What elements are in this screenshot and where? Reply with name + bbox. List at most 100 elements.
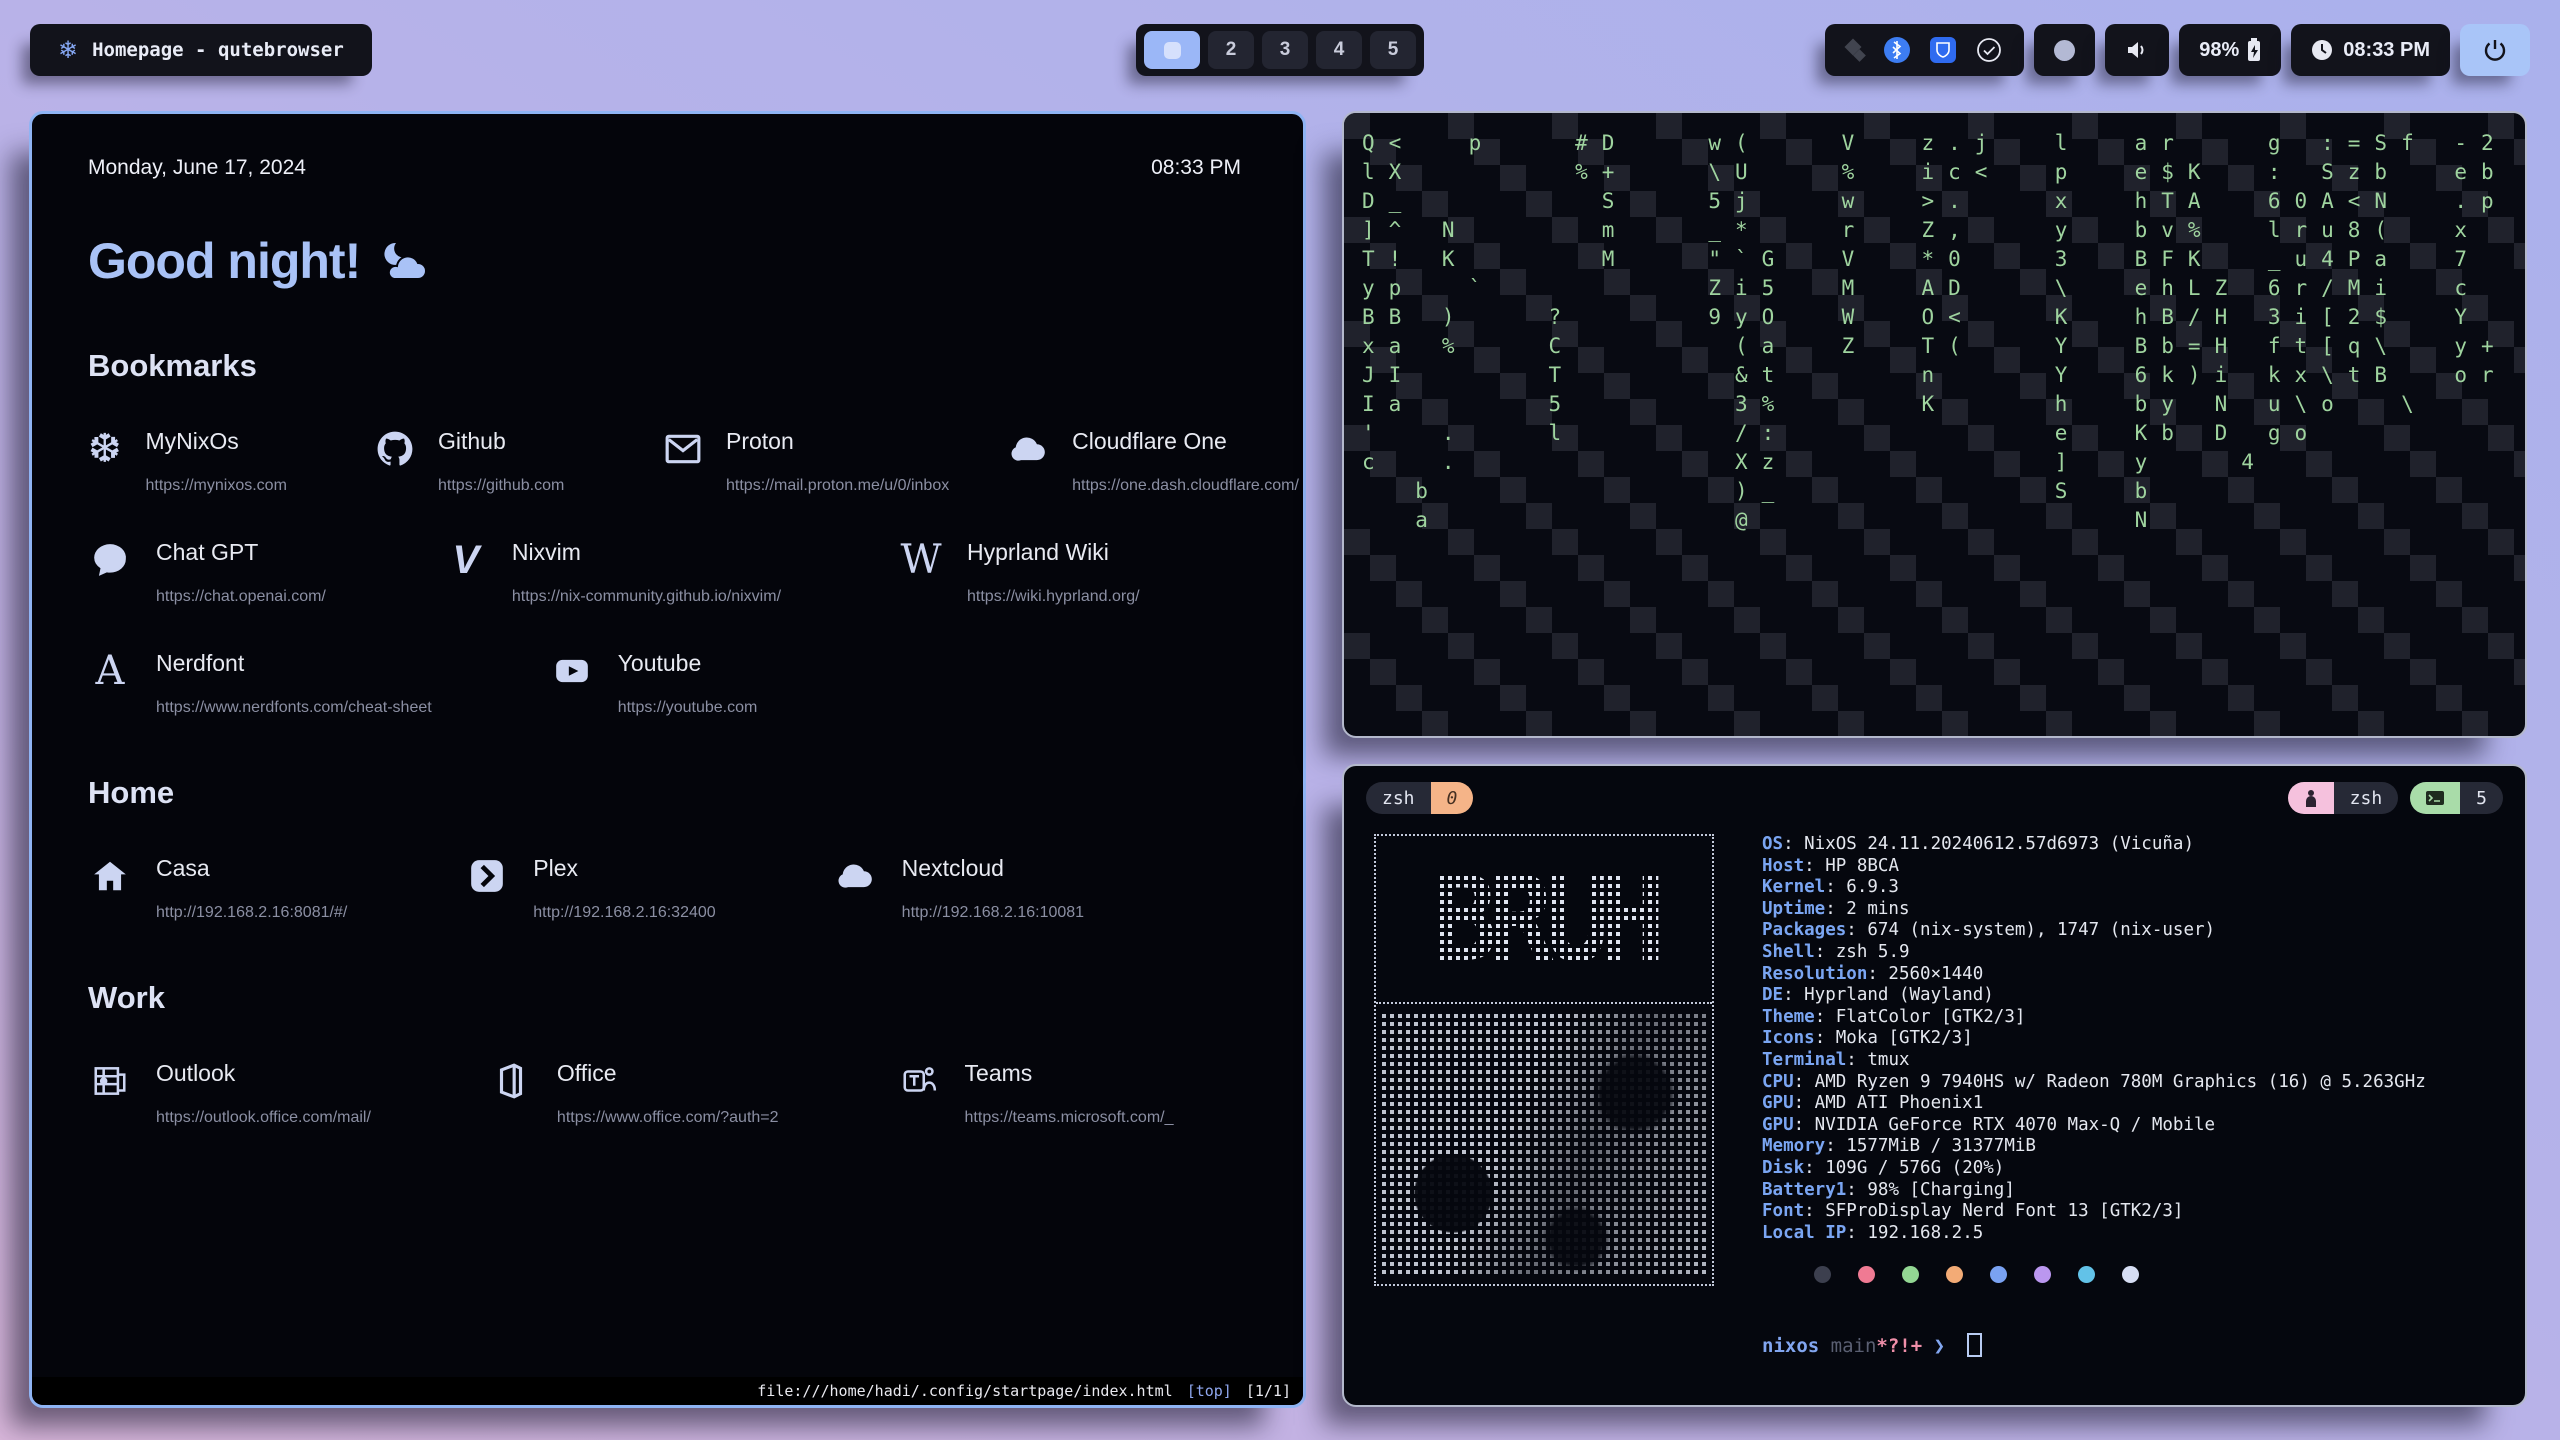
- bookmark-url: https://wiki.hyprland.org/: [967, 588, 1140, 606]
- window-title: Homepage - qutebrowser: [92, 39, 344, 61]
- fetch-terminal-window: zsh 0 zsh 5 BRUH OS:: [1342, 764, 2527, 1407]
- clock-widget[interactable]: 08:33 PM: [2291, 24, 2450, 76]
- bookmark-nixvim[interactable]: VNixvimhttps://nix-community.github.io/n…: [444, 539, 781, 606]
- bruh-word: BRUH: [1432, 850, 1657, 988]
- bookmark-teams[interactable]: Teams https://teams.microsoft.com/_: [897, 1060, 1174, 1127]
- volume-control[interactable]: [2105, 24, 2169, 76]
- palette-dot: [1946, 1266, 1963, 1283]
- bookmark-url: http://192.168.2.16:8081/#/: [156, 904, 347, 922]
- prompt-host: nixos: [1762, 1335, 1819, 1357]
- tmux-statusbar: zsh 0 zsh 5: [1344, 766, 2525, 814]
- vim-icon: V: [444, 539, 488, 606]
- section-bookmarks: Bookmarks❆MyNixOshttps://mynixos.comGith…: [88, 348, 1241, 717]
- bookmark-hyprland-wiki[interactable]: WHyprland Wikihttps://wiki.hyprland.org/: [899, 539, 1140, 606]
- bookmark-chat-gpt[interactable]: Chat GPThttps://chat.openai.com/: [88, 539, 326, 606]
- bookmark-url: https://teams.microsoft.com/_: [965, 1109, 1174, 1127]
- bookmark-cloudflare-one[interactable]: Cloudflare Onehttps://one.dash.cloudflar…: [1010, 428, 1241, 495]
- idle-indicator[interactable]: [2034, 24, 2095, 76]
- prompt-git-branch: main: [1831, 1335, 1877, 1357]
- fetch-line-theme: Theme: FlatColor [GTK2/3]: [1762, 1007, 2426, 1029]
- matrix-rain-text: Q< p #D w( V z.j l ar g :=Sf -2 lX %+ \U…: [1362, 129, 2508, 564]
- bookmark-mynixos[interactable]: ❆MyNixOshttps://mynixos.com: [88, 428, 258, 495]
- bookmark-office[interactable]: Officehttps://www.office.com/?auth=2: [489, 1060, 779, 1127]
- battery-charging-icon: [2247, 38, 2261, 62]
- clock-icon: [2311, 39, 2333, 61]
- top-bar: ❄ Homepage - qutebrowser 2345: [0, 24, 2560, 76]
- palette-dot: [2122, 1266, 2139, 1283]
- check-circle-icon[interactable]: [1976, 37, 2002, 63]
- bluetooth-icon[interactable]: [1884, 37, 1910, 63]
- bookmark-url: https://www.nerdfonts.com/cheat-sheet: [156, 699, 432, 717]
- fetch-line-packages: Packages: 674 (nix-system), 1747 (nix-us…: [1762, 920, 2426, 942]
- fetch-line-gpu: GPU: NVIDIA GeForce RTX 4070 Max-Q / Mob…: [1762, 1115, 2426, 1137]
- bookmark-url: https://mynixos.com: [146, 477, 287, 495]
- bitwarden-shield-icon[interactable]: [1930, 37, 1956, 63]
- prompt-git-flags: *?!+: [1876, 1335, 1922, 1357]
- tmux-session-pill[interactable]: zsh 0: [1366, 782, 1473, 814]
- shell-prompt[interactable]: nixos main*?!+ ❯: [1762, 1333, 2426, 1358]
- home-icon: [88, 855, 132, 922]
- power-button[interactable]: [2460, 24, 2530, 76]
- letter-a-icon: A: [88, 650, 132, 717]
- palette-dot: [2034, 1266, 2051, 1283]
- bookmark-title: Teams: [965, 1060, 1174, 1087]
- bookmark-github[interactable]: Githubhttps://github.com: [376, 428, 546, 495]
- bookmark-url: http://192.168.2.16:10081: [902, 904, 1084, 922]
- fetch-line-host: Host: HP 8BCA: [1762, 856, 2426, 878]
- palette-dot: [1858, 1266, 1875, 1283]
- bookmark-casa[interactable]: Casa http://192.168.2.16:8081/#/: [88, 855, 347, 922]
- workspace-button-3[interactable]: 3: [1262, 31, 1308, 69]
- cloud-icon: [1010, 428, 1048, 495]
- github-icon: [376, 428, 414, 495]
- prompt-arrow: ❯: [1934, 1335, 1945, 1357]
- chat-bubble-icon: [88, 539, 132, 606]
- bookmark-title: Office: [557, 1060, 779, 1087]
- bookmark-youtube[interactable]: Youtubehttps://youtube.com: [550, 650, 758, 717]
- user-icon: [2288, 782, 2334, 814]
- qutebrowser-statusbar: file:///home/hadi/.config/startpage/inde…: [32, 1377, 1303, 1405]
- bookmark-title: Cloudflare One: [1072, 428, 1299, 455]
- terminal-color-palette: [1814, 1266, 2426, 1283]
- bookmark-plex[interactable]: Plexhttp://192.168.2.16:32400: [465, 855, 715, 922]
- bruh-ascii-art: BRUH: [1374, 834, 1714, 1286]
- fetch-line-disk: Disk: 109G / 576G (20%): [1762, 1158, 2426, 1180]
- workspace-button-5[interactable]: 5: [1370, 31, 1416, 69]
- startpage: Monday, June 17, 2024 08:33 PM Good nigh…: [32, 114, 1303, 1377]
- battery-widget[interactable]: 98%: [2179, 24, 2281, 76]
- bookmark-url: http://192.168.2.16:32400: [533, 904, 715, 922]
- fetch-line-de: DE: Hyprland (Wayland): [1762, 985, 2426, 1007]
- bookmark-nextcloud[interactable]: Nextcloud http://192.168.2.16:10081: [834, 855, 1084, 922]
- cloud-icon: [834, 855, 878, 922]
- fetch-line-font: Font: SFProDisplay Nerd Font 13 [GTK2/3]: [1762, 1201, 2426, 1223]
- teams-icon: [897, 1060, 941, 1127]
- tmux-shell-pill: zsh: [2288, 782, 2399, 814]
- bookmark-url: https://github.com: [438, 477, 564, 495]
- network-icon[interactable]: [1847, 41, 1864, 60]
- fetch-line-battery1: Battery1: 98% [Charging]: [1762, 1180, 2426, 1202]
- bookmark-title: Nextcloud: [902, 855, 1084, 882]
- fetch-line-shell: Shell: zsh 5.9: [1762, 942, 2426, 964]
- system-tray: [1825, 24, 2024, 76]
- workspace-button-1[interactable]: [1144, 31, 1200, 69]
- office-icon: [489, 1060, 533, 1127]
- mail-icon: [664, 428, 702, 495]
- workspace-button-2[interactable]: 2: [1208, 31, 1254, 69]
- section-title: Work: [88, 980, 1241, 1016]
- bookmark-nerdfont[interactable]: A Nerdfont https://www.nerdfonts.com/cheat…: [88, 650, 432, 717]
- bookmark-title: Casa: [156, 855, 347, 882]
- bookmark-proton[interactable]: Protonhttps://mail.proton.me/u/0/inbox: [664, 428, 892, 495]
- wikipedia-icon: W: [899, 539, 943, 606]
- workspace-button-4[interactable]: 4: [1316, 31, 1362, 69]
- bookmark-url: https://chat.openai.com/: [156, 588, 326, 606]
- bookmark-title: Proton: [726, 428, 949, 455]
- palette-dot: [1902, 1266, 1919, 1283]
- fetch-line-uptime: Uptime: 2 mins: [1762, 899, 2426, 921]
- nix-snowflake-icon: ❄: [58, 36, 78, 65]
- bookmark-outlook[interactable]: Outlookhttps://outlook.office.com/mail/: [88, 1060, 371, 1127]
- bookmark-title: Nerdfont: [156, 650, 432, 677]
- bookmark-title: Github: [438, 428, 564, 455]
- palette-dot: [1990, 1266, 2007, 1283]
- palette-dot: [2078, 1266, 2095, 1283]
- matrix-terminal-window: Q< p #D w( V z.j l ar g :=Sf -2 lX %+ \U…: [1342, 111, 2527, 738]
- clock-time: 08:33 PM: [2343, 39, 2430, 62]
